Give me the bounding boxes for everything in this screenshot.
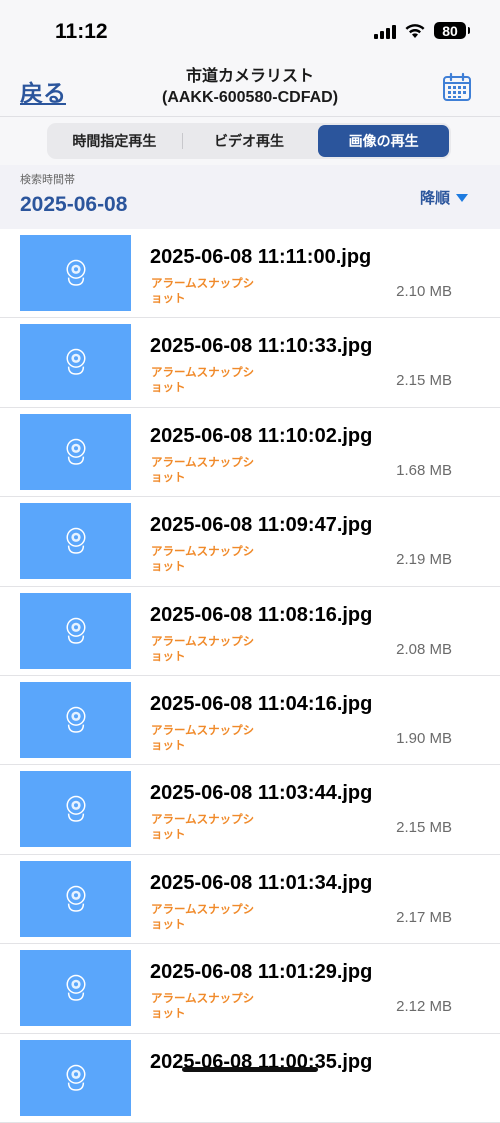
playback-mode-segmented-control: 時間指定再生 ビデオ再生 画像の再生 [47,123,451,159]
file-list-item[interactable]: 2025-06-08 11:04:16.jpg アラームスナップショット 1.90 … [0,675,500,766]
image-thumbnail[interactable] [20,950,131,1027]
file-name: 2025-06-08 11:01:34.jpg [150,871,373,894]
file-name: 2025-06-08 11:04:16.jpg [150,692,373,715]
home-indicator [182,1067,318,1072]
file-name: 2025-06-08 11:11:00.jpg [150,246,372,268]
cellular-signal-icon [374,23,396,39]
image-thumbnail[interactable] [20,1039,131,1116]
file-list-item[interactable]: 2025-06-08 11:01:34.jpg アラームスナップショット 2.17 … [0,854,500,945]
search-date[interactable]: 2025-06-08 [20,193,127,217]
page-title-line2: (AAKK-600580-CDFAD) [161,89,339,106]
status-bar: 11:12 80 [0,0,500,64]
sort-order-button[interactable]: 降順 [420,187,468,208]
back-button[interactable]: 戻る [20,74,66,108]
file-size: 2.15 MB [396,819,452,837]
nav-bar: 戻る 市道カメラリスト (AAKK-600580-CDFAD) [0,64,500,116]
file-size: 2.17 MB [396,908,452,926]
camera-icon [64,974,88,1002]
status-time: 11:12 [55,20,108,43]
tab-time-playback[interactable]: 時間指定再生 [49,125,183,157]
file-list-item[interactable]: 2025-06-08 11:11:00.jpg アラームスナップショット 2.10 … [0,229,500,319]
file-name: 2025-06-08 11:08:16.jpg [150,603,373,626]
file-size: 1.68 MB [396,461,452,479]
camera-icon [64,885,88,913]
tab-video-playback[interactable]: ビデオ再生 [184,125,315,157]
camera-icon [64,348,88,376]
page-title: 市道カメラリスト (AAKK-600580-CDFAD) [100,66,400,108]
page-title-line1: 市道カメラリスト [185,68,314,85]
file-type-label: アラームスナップショット [151,901,255,931]
camera-icon [64,795,88,823]
camera-icon [64,617,88,645]
file-type-label: アラームスナップショット [151,365,255,395]
image-thumbnail[interactable] [20,771,131,848]
caret-down-icon [456,193,468,202]
file-type-label: アラームスナップショット [151,812,255,842]
file-type-label: アラームスナップショット [151,633,255,663]
search-time-label: 検索時間帯 [20,173,75,186]
camera-icon [64,706,88,734]
image-thumbnail[interactable] [20,592,131,669]
file-name: 2025-06-08 11:09:47.jpg [150,514,373,537]
file-name: 2025-06-08 11:01:29.jpg [150,961,373,984]
file-list-item[interactable]: 2025-06-08 11:09:47.jpg アラームスナップショット 2.19 … [0,497,500,587]
image-thumbnail[interactable] [20,681,131,758]
file-size: 1.90 MB [396,729,452,747]
file-list-item[interactable]: 2025-06-08 11:10:33.jpg アラームスナップショット 2.15 … [0,318,500,408]
file-size: 2.08 MB [396,640,452,658]
camera-icon [64,1064,88,1092]
battery-icon: 80 [434,22,470,39]
status-icons: 80 [374,22,470,39]
file-type-label: アラームスナップショット [151,991,255,1021]
file-list-item[interactable]: 2025-06-08 11:10:02.jpg アラームスナップショット 1.68 … [0,407,500,498]
playback-mode-bar: 時間指定再生 ビデオ再生 画像の再生 [0,116,500,166]
wifi-icon [405,23,425,38]
file-size: 2.15 MB [396,372,452,390]
file-size: 2.10 MB [396,283,452,300]
file-list-item[interactable]: 2025-06-08 11:00:35.jpg [0,1033,500,1123]
sort-order-label: 降順 [419,190,450,207]
file-type-label: アラームスナップショット [151,276,255,305]
file-type-label: アラームスナップショット [151,454,255,484]
file-name: 2025-06-08 11:10:33.jpg [150,335,373,358]
file-size: 2.19 MB [396,551,452,569]
camera-icon [64,438,88,466]
image-thumbnail[interactable] [20,235,131,311]
camera-icon [64,527,88,555]
file-list-item[interactable]: 2025-06-08 11:08:16.jpg アラームスナップショット 2.08 … [0,586,500,676]
file-list-item[interactable]: 2025-06-08 11:01:29.jpg アラームスナップショット 2.12 … [0,944,500,1034]
image-thumbnail[interactable] [20,413,131,490]
image-file-list: 2025-06-08 11:11:00.jpg アラームスナップショット 2.10 … [0,229,500,1123]
tab-image-playback[interactable]: 画像の再生 [318,125,450,157]
file-type-label: アラームスナップショット [151,722,255,752]
file-list-item[interactable]: 2025-06-08 11:03:44.jpg アラームスナップショット 2.15 … [0,765,500,855]
file-size: 2.12 MB [396,998,452,1016]
image-thumbnail[interactable] [20,324,131,401]
camera-icon [64,259,88,287]
image-thumbnail[interactable] [20,503,131,580]
file-name: 2025-06-08 11:03:44.jpg [150,782,373,805]
file-name: 2025-06-08 11:10:02.jpg [150,424,373,447]
search-time-range: 検索時間帯 2025-06-08 降順 [0,165,500,227]
calendar-icon[interactable] [442,72,472,102]
image-thumbnail[interactable] [20,860,131,937]
file-type-label: アラームスナップショット [151,544,255,574]
